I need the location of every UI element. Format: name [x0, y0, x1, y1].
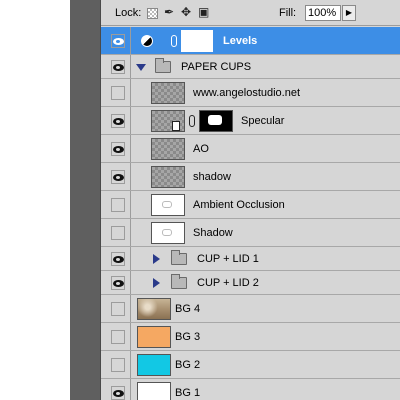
visibility-toggle[interactable] — [101, 107, 131, 134]
layer-row-shadow-lower[interactable]: shadow — [101, 163, 400, 191]
folder-icon — [171, 273, 187, 289]
visibility-toggle[interactable] — [101, 323, 131, 350]
eye-icon — [113, 389, 124, 397]
layer-name: BG 4 — [175, 302, 201, 315]
eye-icon — [113, 117, 124, 125]
layer-group-paper-cups[interactable]: PAPER CUPS — [101, 55, 400, 79]
layer-name: Ambient Occlusion — [193, 198, 285, 211]
layer-row-specular[interactable]: Specular — [101, 107, 400, 135]
visibility-toggle[interactable] — [101, 295, 131, 322]
expand-triangle-icon[interactable] — [153, 277, 160, 288]
layer-thumbnail — [151, 221, 185, 244]
visibility-toggle[interactable] — [101, 351, 131, 378]
layer-row-levels[interactable]: Levels — [101, 27, 400, 55]
eye-icon — [113, 255, 124, 263]
layer-name: BG 2 — [175, 358, 201, 371]
color-swatch-thumbnail — [137, 353, 171, 376]
visibility-toggle[interactable] — [101, 163, 131, 190]
fill-input[interactable]: 100% — [305, 5, 341, 21]
eye-icon — [113, 37, 124, 45]
layer-name: Levels — [223, 34, 258, 47]
layer-name: CUP + LID 2 — [197, 276, 259, 289]
eye-icon — [113, 145, 124, 153]
lock-move-icon[interactable]: ✥ — [181, 5, 191, 19]
visibility-toggle[interactable] — [101, 79, 131, 106]
chain-link-icon[interactable] — [189, 114, 195, 127]
fill-arrow-icon[interactable]: ▶ — [342, 5, 356, 21]
eye-icon — [113, 279, 124, 287]
layers-toolbar: Lock: ✒ ✥ ▣ Fill: 100% ▶ — [101, 0, 400, 26]
visibility-toggle[interactable] — [101, 379, 131, 400]
layer-name: BG 1 — [175, 386, 201, 399]
layer-name: PAPER CUPS — [181, 60, 252, 73]
layer-row-bg2[interactable]: BG 2 — [101, 351, 400, 379]
layer-thumbnail — [137, 297, 171, 320]
adjustment-layer-icon — [141, 34, 153, 47]
color-swatch-thumbnail — [137, 325, 171, 348]
layer-thumbnail — [151, 81, 185, 104]
folder-icon — [171, 249, 187, 265]
layer-thumbnail — [151, 165, 185, 188]
layer-mask-thumbnail[interactable] — [181, 29, 213, 52]
visibility-toggle[interactable] — [101, 271, 131, 294]
layer-row-watermark[interactable]: www.angelostudio.net — [101, 79, 400, 107]
visibility-toggle[interactable] — [101, 247, 131, 270]
layer-name: Shadow — [193, 226, 233, 239]
smart-object-icon — [172, 120, 180, 131]
layer-name: AO — [193, 142, 209, 155]
eye-icon — [113, 173, 124, 181]
expand-triangle-icon[interactable] — [153, 253, 160, 264]
visibility-toggle[interactable] — [101, 55, 131, 78]
layer-thumbnail — [151, 109, 185, 132]
layers-list: Levels PAPER CUPS www.angelostudio.net S… — [101, 27, 400, 400]
folder-icon — [155, 57, 171, 73]
visibility-toggle[interactable] — [101, 219, 131, 246]
layer-group-cup-lid-2[interactable]: CUP + LID 2 — [101, 271, 400, 295]
layer-name: Specular — [241, 114, 285, 127]
layer-row-bg3[interactable]: BG 3 — [101, 323, 400, 351]
layers-panel: Lock: ✒ ✥ ▣ Fill: 100% ▶ Levels PAPER CU… — [100, 0, 400, 400]
layer-row-bg4[interactable]: BG 4 — [101, 295, 400, 323]
lock-brush-icon[interactable]: ✒ — [164, 5, 174, 19]
lock-all-icon[interactable]: ▣ — [198, 5, 209, 19]
layer-thumbnail — [137, 381, 171, 400]
layer-name: BG 3 — [175, 330, 201, 343]
fill-label: Fill: — [279, 7, 297, 19]
layer-row-ambient-occlusion[interactable]: Ambient Occlusion — [101, 191, 400, 219]
lock-transparent-icon[interactable] — [147, 8, 158, 19]
chain-link-icon[interactable] — [171, 34, 177, 47]
layer-mask-thumbnail[interactable] — [199, 109, 233, 132]
lock-label: Lock: — [115, 7, 142, 19]
layer-name: CUP + LID 1 — [197, 252, 259, 265]
layer-row-shadow-upper[interactable]: Shadow — [101, 219, 400, 247]
layer-name: www.angelostudio.net — [193, 86, 301, 99]
layer-row-ao[interactable]: AO — [101, 135, 400, 163]
eye-icon — [113, 63, 124, 71]
layer-thumbnail — [151, 193, 185, 216]
layer-row-bg1[interactable]: BG 1 — [101, 379, 400, 400]
expand-triangle-icon[interactable] — [136, 63, 146, 71]
canvas-area — [0, 0, 70, 400]
panel-gutter — [70, 0, 100, 400]
layer-thumbnail — [151, 137, 185, 160]
layer-name: shadow — [193, 170, 231, 183]
visibility-toggle[interactable] — [101, 191, 131, 218]
layer-group-cup-lid-1[interactable]: CUP + LID 1 — [101, 247, 400, 271]
visibility-toggle[interactable] — [101, 135, 131, 162]
visibility-toggle[interactable] — [101, 27, 131, 54]
